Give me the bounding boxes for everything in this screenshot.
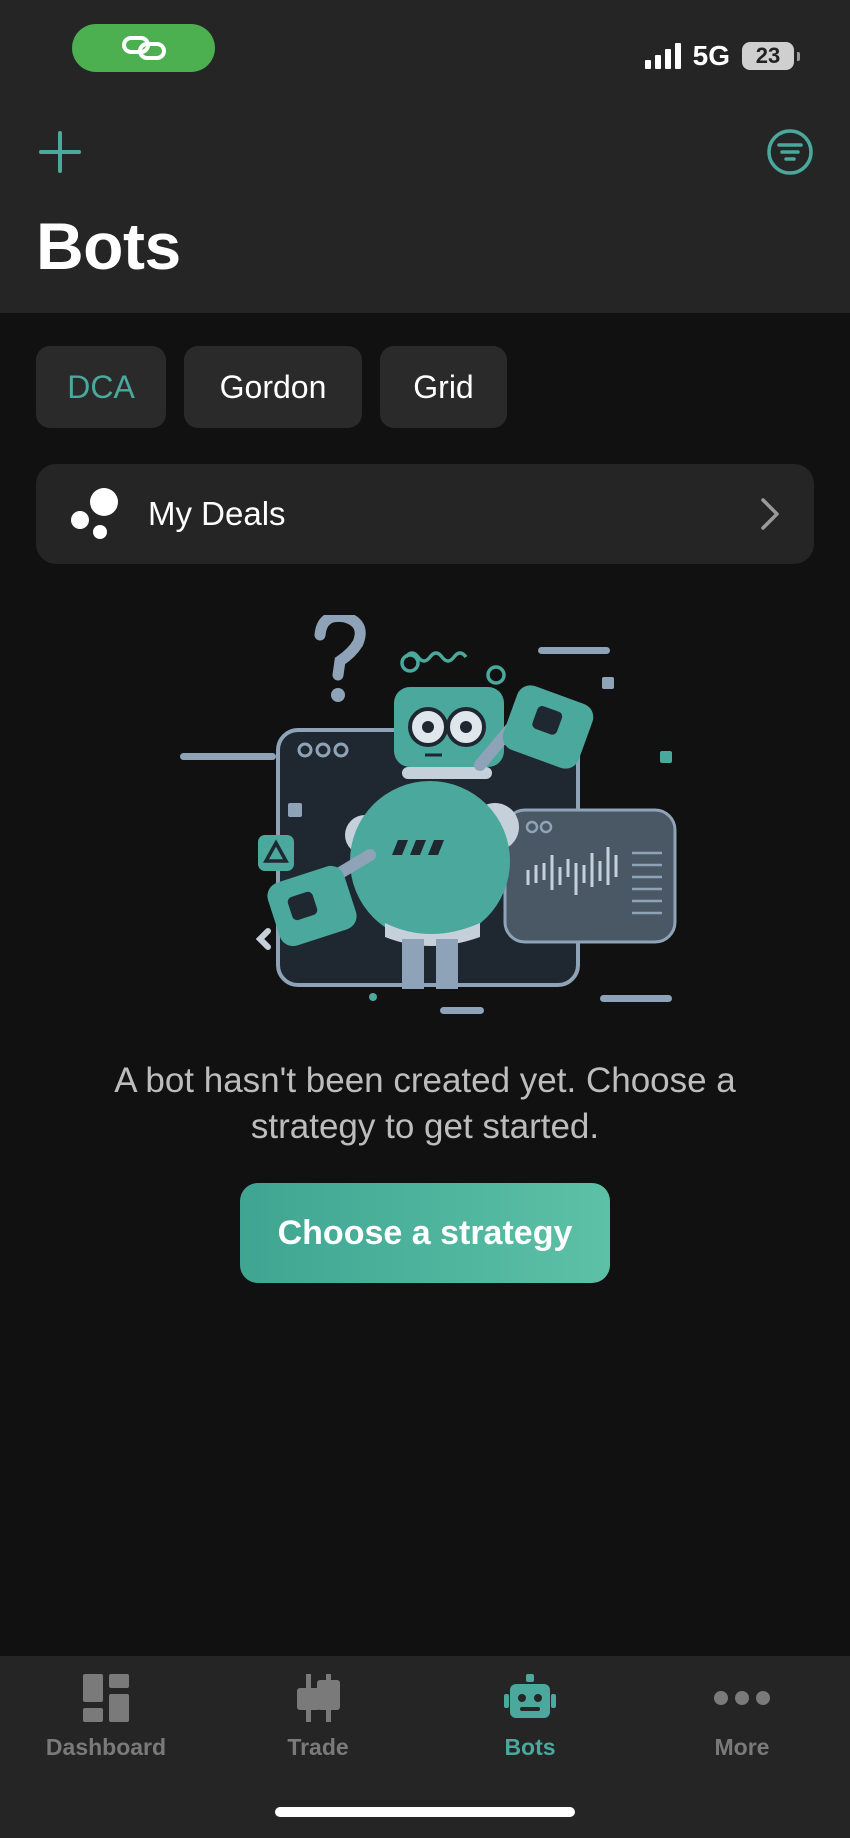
empty-state-message: A bot hasn't been created yet. Choose a … xyxy=(114,1061,736,1146)
signal-icon xyxy=(644,43,681,69)
strategy-tabs: DCA Gordon Grid xyxy=(36,346,507,428)
trade-icon xyxy=(297,1674,340,1722)
tabbar-item-trade[interactable]: Trade xyxy=(212,1672,424,1772)
tab-dca[interactable]: DCA xyxy=(36,346,166,428)
dashboard-icon xyxy=(83,1674,129,1722)
status-pill[interactable] xyxy=(72,24,215,72)
network-label: 5G xyxy=(692,40,730,71)
robot-illustration xyxy=(180,615,677,1014)
chevron-right-icon xyxy=(761,498,779,530)
filter-icon[interactable] xyxy=(766,128,814,176)
bubbles-icon xyxy=(71,488,118,539)
my-deals-row[interactable]: My Deals xyxy=(36,464,814,564)
bot-icon xyxy=(504,1674,556,1718)
link-icon xyxy=(121,36,166,60)
tabbar-label-trade: Trade xyxy=(287,1734,349,1760)
tabbar-item-more[interactable]: More xyxy=(636,1672,848,1772)
status-right: 5G 23 xyxy=(644,36,800,76)
battery-level: 23 xyxy=(755,43,781,68)
home-indicator[interactable] xyxy=(275,1807,575,1817)
tabbar-label-bots: Bots xyxy=(504,1734,556,1760)
page-title: Bots xyxy=(36,209,181,283)
choose-strategy-button[interactable]: Choose a strategy xyxy=(240,1183,610,1283)
plus-icon[interactable] xyxy=(36,128,84,176)
more-icon xyxy=(714,1691,770,1705)
tabbar-label-more: More xyxy=(714,1734,770,1760)
tabbar-label-dashboard: Dashboard xyxy=(45,1734,167,1760)
tabbar-item-dashboard[interactable]: Dashboard xyxy=(0,1672,212,1772)
tab-gordon[interactable]: Gordon xyxy=(184,346,362,428)
header: 5G 23 Bots xyxy=(0,0,850,313)
tabbar-item-bots[interactable]: Bots xyxy=(424,1672,636,1772)
my-deals-label: My Deals xyxy=(148,495,286,532)
tab-grid[interactable]: Grid xyxy=(380,346,507,428)
battery-icon: 23 xyxy=(742,42,800,70)
